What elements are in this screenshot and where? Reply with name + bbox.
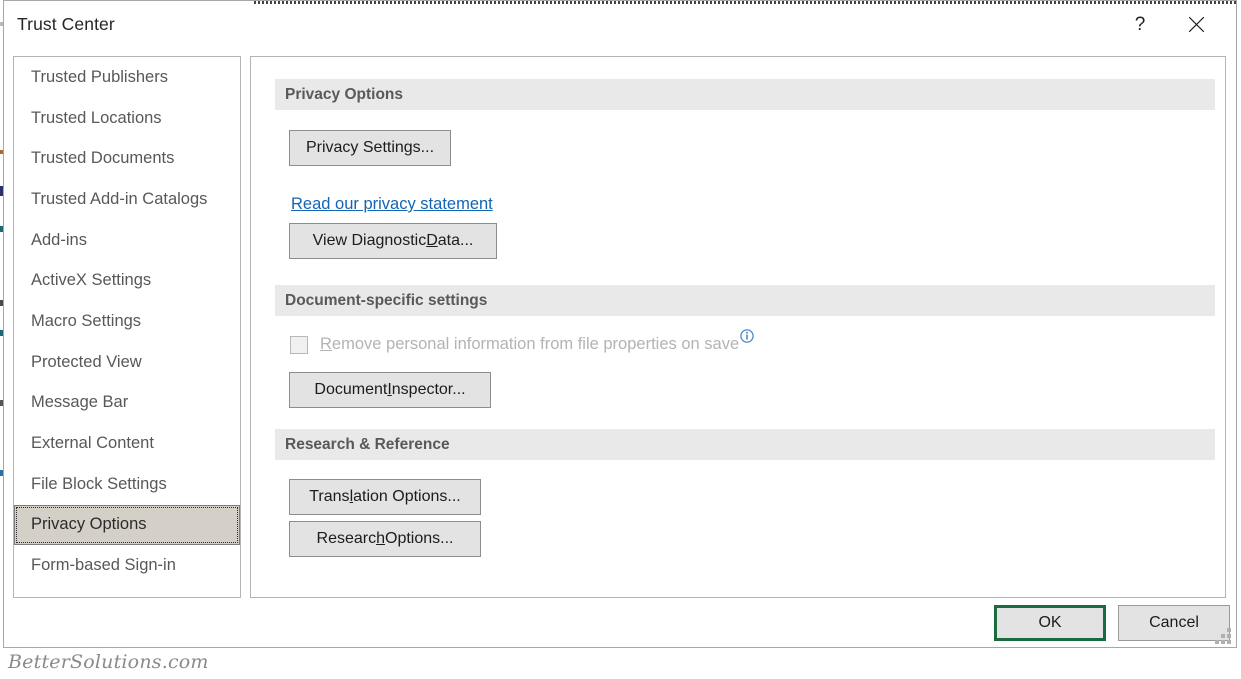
watermark: BetterSolutions.com (8, 651, 209, 673)
info-circle-icon[interactable] (740, 329, 754, 348)
close-x-icon (1188, 16, 1204, 32)
sidebar-item-label: Add-ins (31, 230, 87, 249)
sidebar-item-label: ActiveX Settings (31, 271, 152, 290)
privacy-settings-button[interactable]: Privacy Settings... (289, 130, 451, 166)
remove-personal-info-text: emove personal information from file pro… (331, 335, 740, 353)
sidebar-item-external-content[interactable]: External Content (14, 423, 240, 464)
help-button[interactable]: ? (1122, 8, 1158, 40)
document-inspector-label-pre: Document (314, 381, 388, 398)
dialog-title: Trust Center (17, 14, 115, 34)
sidebar-item-trusted-add-in-catalogs[interactable]: Trusted Add-in Catalogs (14, 179, 240, 220)
sidebar-item-macro-settings[interactable]: Macro Settings (14, 301, 240, 342)
screen-root: Trust Center ? Trusted Publishers Truste… (0, 0, 1241, 679)
dialog-top-dotted-rail (254, 1, 1236, 4)
sidebar-item-label: Form-based Sign-in (31, 556, 176, 575)
sidebar-item-file-block-settings[interactable]: File Block Settings (14, 464, 240, 505)
sidebar-item-protected-view[interactable]: Protected View (14, 342, 240, 383)
research-options-label-pre: Researc (316, 530, 377, 547)
sidebar-item-add-ins[interactable]: Add-ins (14, 220, 240, 261)
research-options-label-post: Options... (385, 530, 454, 547)
sidebar-item-trusted-publishers[interactable]: Trusted Publishers (14, 57, 240, 98)
sidebar-item-label: External Content (31, 434, 154, 453)
sidebar-item-trusted-documents[interactable]: Trusted Documents (14, 138, 240, 179)
section-header-privacy-options: Privacy Options (275, 79, 1215, 110)
ok-button[interactable]: OK (994, 605, 1106, 641)
section-header-document-specific-settings: Document-specific settings (275, 285, 1215, 316)
category-sidebar[interactable]: Trusted Publishers Trusted Locations Tru… (13, 56, 241, 598)
sidebar-item-label: Protected View (31, 352, 142, 371)
trust-center-dialog: Trust Center ? Trusted Publishers Truste… (3, 0, 1237, 648)
view-diagnostic-data-label-post: ata... (437, 232, 474, 249)
section-header-research-reference: Research & Reference (275, 429, 1215, 460)
question-mark-icon: ? (1134, 13, 1146, 35)
view-diagnostic-data-button[interactable]: View Diagnostic Data... (289, 223, 497, 259)
sidebar-item-label: Trusted Documents (31, 149, 175, 168)
translation-options-label-pre: Trans (309, 488, 350, 505)
document-inspector-label-post: nspector... (391, 381, 466, 398)
remove-personal-info-accel: R (320, 335, 332, 353)
privacy-statement-link[interactable]: Read our privacy statement (291, 195, 493, 214)
remove-personal-info-label: Remove personal information from file pr… (320, 329, 754, 354)
close-button[interactable] (1178, 8, 1214, 40)
sidebar-item-form-based-sign-in[interactable]: Form-based Sign-in (14, 545, 240, 586)
sidebar-item-label: Message Bar (31, 393, 129, 412)
sidebar-item-privacy-options[interactable]: Privacy Options (14, 504, 240, 546)
sidebar-item-label: Privacy Options (31, 515, 147, 534)
sidebar-item-activex-settings[interactable]: ActiveX Settings (14, 260, 240, 301)
research-options-accel: h (376, 530, 385, 547)
sidebar-item-label: Trusted Publishers (31, 67, 168, 86)
dialog-title-bar: Trust Center ? (4, 1, 1236, 48)
resize-grip[interactable] (1215, 628, 1232, 644)
cancel-button[interactable]: Cancel (1118, 605, 1230, 641)
sidebar-item-label: Trusted Locations (31, 108, 162, 127)
view-diagnostic-data-label-pre: View Diagnostic (312, 232, 427, 249)
sidebar-item-label: File Block Settings (31, 474, 167, 493)
translation-options-label-post: ation Options... (353, 488, 461, 505)
remove-personal-info-row[interactable]: Remove personal information from file pr… (290, 329, 754, 354)
remove-personal-info-checkbox[interactable] (290, 335, 308, 354)
sidebar-item-label: Macro Settings (31, 311, 142, 330)
research-options-button[interactable]: Researc h Options... (289, 521, 481, 557)
sidebar-item-trusted-locations[interactable]: Trusted Locations (14, 98, 240, 139)
settings-content-panel: Privacy Options Privacy Settings... Read… (250, 56, 1226, 598)
sidebar-item-message-bar[interactable]: Message Bar (14, 383, 240, 424)
translation-options-button[interactable]: Trans l ation Options... (289, 479, 481, 515)
document-inspector-button[interactable]: Document Inspector... (289, 372, 491, 408)
view-diagnostic-data-accel: D (426, 232, 438, 249)
sidebar-item-label: Trusted Add-in Catalogs (31, 189, 208, 208)
